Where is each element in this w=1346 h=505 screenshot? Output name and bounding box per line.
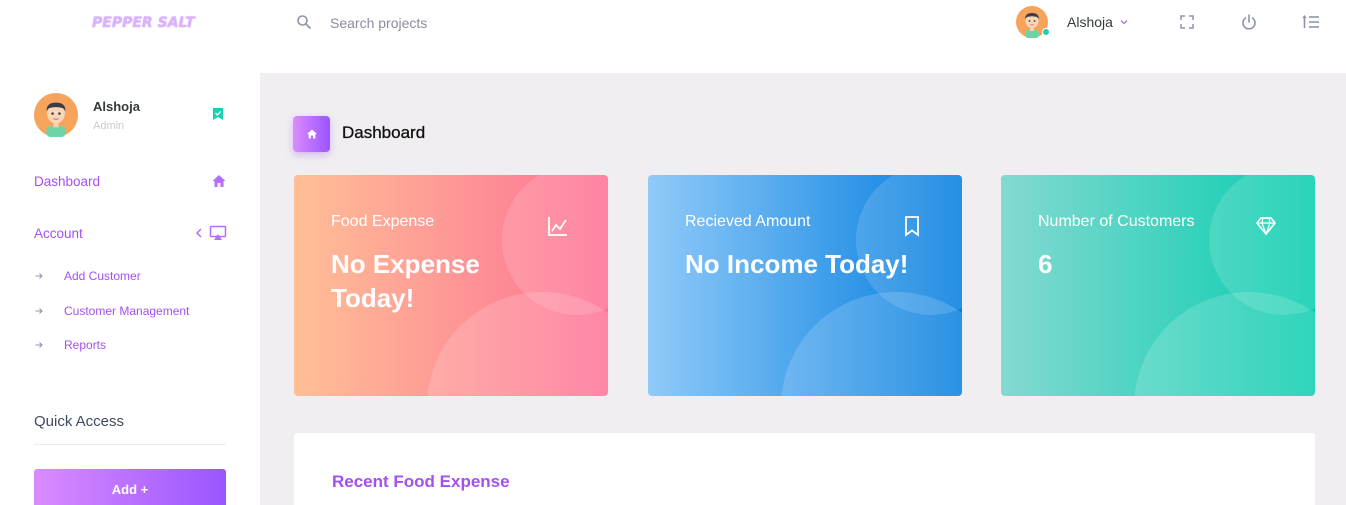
monitor-icon xyxy=(209,225,227,240)
sidebar-subitem-label: Customer Management xyxy=(64,304,190,318)
sidebar-subitem-add-customer[interactable]: Add Customer xyxy=(34,266,227,286)
card-value: No Expense Today! xyxy=(331,249,480,313)
sidebar-item-account[interactable]: Account xyxy=(34,222,227,244)
quick-access-title: Quick Access xyxy=(34,413,125,430)
menu-list-icon[interactable] xyxy=(1302,13,1320,31)
add-button[interactable]: Add + xyxy=(34,469,226,505)
chevron-left-icon xyxy=(195,228,202,238)
page-title-icon-box xyxy=(293,116,330,152)
bookmark-check-icon xyxy=(213,108,223,120)
chart-line-icon xyxy=(548,217,567,236)
sidebar-subitem-reports[interactable]: Reports xyxy=(34,335,227,355)
received-amount-card: Recieved Amount No Income Today! xyxy=(648,175,962,396)
diamond-icon xyxy=(1256,217,1276,236)
card-label: Number of Customers xyxy=(1038,213,1195,230)
search-input[interactable] xyxy=(322,10,622,36)
recent-food-expense-title: Recent Food Expense xyxy=(332,472,510,491)
card-decoration xyxy=(1134,292,1315,396)
arrow-right-icon xyxy=(35,308,43,314)
card-label: Recieved Amount xyxy=(685,213,811,230)
home-icon xyxy=(306,129,317,139)
power-icon[interactable] xyxy=(1240,13,1258,31)
card-value: 6 xyxy=(1038,249,1053,279)
bookmark-icon xyxy=(905,216,919,237)
divider xyxy=(34,444,226,445)
main-content: Dashboard Food Expense No Expense Today!… xyxy=(260,73,1346,505)
number-of-customers-card: Number of Customers 6 xyxy=(1001,175,1315,396)
sidebar: Alshoja Admin Dashboard Account Add Cust… xyxy=(0,73,260,505)
sidebar-item-label: Dashboard xyxy=(34,173,101,189)
fullscreen-icon[interactable] xyxy=(1178,13,1196,31)
nav-user-name: Alshoja xyxy=(1067,14,1113,30)
recent-food-expense-panel: Recent Food Expense xyxy=(294,433,1315,505)
avatar xyxy=(1016,6,1050,38)
search-icon xyxy=(297,15,311,29)
card-label: Food Expense xyxy=(331,213,435,230)
sidebar-item-dashboard[interactable]: Dashboard xyxy=(34,170,227,192)
sidebar-profile[interactable]: Alshoja Admin xyxy=(34,93,234,137)
sidebar-subitem-label: Add Customer xyxy=(64,269,141,283)
avatar xyxy=(34,93,78,137)
nav-profile-dropdown[interactable]: Alshoja xyxy=(1016,6,1129,38)
brand-logo[interactable]: PEPPER SALT xyxy=(92,15,195,31)
sidebar-item-label: Account xyxy=(34,225,83,241)
sidebar-subitem-customer-management[interactable]: Customer Management xyxy=(34,301,227,321)
card-decoration xyxy=(781,292,962,396)
sidebar-profile-name: Alshoja xyxy=(93,99,140,114)
card-value: No Income Today! xyxy=(685,249,909,279)
online-status-dot xyxy=(1042,28,1050,36)
arrow-right-icon xyxy=(35,342,43,348)
sidebar-profile-role: Admin xyxy=(93,120,125,132)
top-navbar: PEPPER SALT Alshoja xyxy=(0,0,1346,73)
home-icon xyxy=(212,175,226,187)
page-title: Dashboard xyxy=(342,123,426,142)
sidebar-subitem-label: Reports xyxy=(64,338,107,352)
food-expense-card: Food Expense No Expense Today! xyxy=(294,175,608,396)
chevron-down-icon xyxy=(1120,20,1128,25)
arrow-right-icon xyxy=(35,273,43,279)
